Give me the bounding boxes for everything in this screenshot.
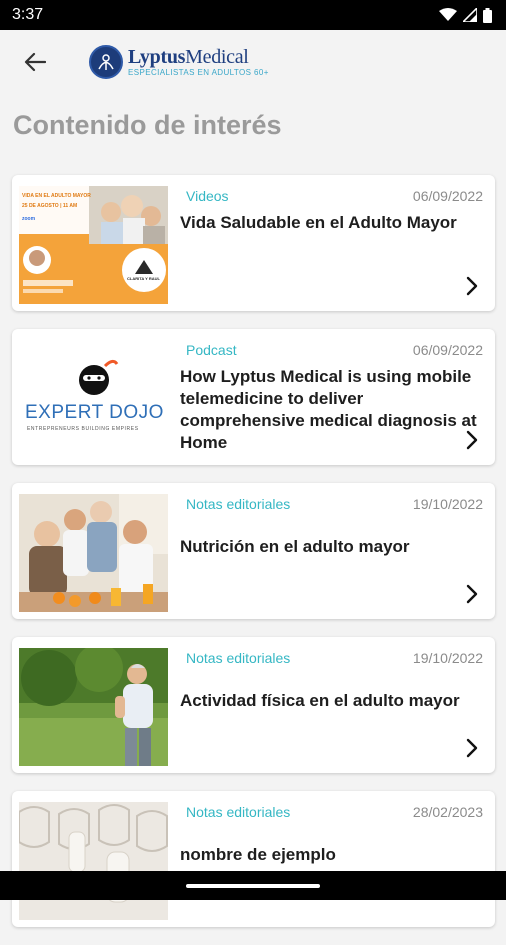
status-bar: 3:37 [0,0,506,30]
app-logo: LyptusMedical ESPECIALISTAS EN ADULTOS 6… [89,45,269,79]
item-date: 28/02/2023 [412,804,483,820]
item-title: How Lyptus Medical is using mobile telem… [180,367,477,452]
thumbnail-family-breakfast [19,494,168,612]
item-category: Videos [186,188,229,204]
content-card[interactable]: VIDA EN EL ADULTO MAYOR 25 DE AGOSTO | 1… [12,175,495,311]
signal-icon [463,8,477,22]
thumbnail-lamps [19,802,168,920]
thumb-badge: zoom [22,216,36,222]
thumb-brand-sub: ENTREPRENEURS BUILDING EMPIRES [27,426,139,432]
item-date: 06/09/2022 [412,342,483,358]
content-card[interactable]: Notas editoriales 28/02/2023 nombre de e… [12,791,495,927]
status-time: 3:37 [12,6,44,23]
chevron-right-icon [466,584,478,604]
content-card[interactable]: EXPERT DOJO ENTREPRENEURS BUILDING EMPIR… [12,329,495,465]
system-nav-bar [0,871,506,900]
logo-tagline: ESPECIALISTAS EN ADULTOS 60+ [128,68,269,77]
content-card[interactable]: Notas editoriales 19/10/2022 Nutrición e… [12,483,495,619]
item-category: Podcast [186,342,237,358]
thumbnail-webinar: VIDA EN EL ADULTO MAYOR 25 DE AGOSTO | 1… [19,186,168,304]
item-category: Notas editoriales [186,496,291,512]
logo-mark-icon [89,45,123,79]
item-date: 06/09/2022 [412,188,483,204]
content-card[interactable]: Notas editoriales 19/10/2022 Actividad f… [12,637,495,773]
chevron-right-icon [466,430,478,450]
thumbnail-expert-dojo: EXPERT DOJO ENTREPRENEURS BUILDING EMPIR… [19,340,168,458]
battery-icon [483,7,492,23]
chevron-right-icon [466,738,478,758]
back-button[interactable] [13,40,57,84]
thumbnail-walking-senior [19,648,168,766]
item-date: 19/10/2022 [412,650,483,666]
item-title: nombre de ejemplo [180,845,336,864]
chevron-right-icon [466,276,478,296]
thumb-line2: 25 DE AGOSTO | 11 AM [22,203,78,209]
thumb-line1: VIDA EN EL ADULTO MAYOR [22,193,91,199]
status-icons [439,7,492,23]
app-bar: LyptusMedical ESPECIALISTAS EN ADULTOS 6… [0,30,506,94]
content-list: VIDA EN EL ADULTO MAYOR 25 DE AGOSTO | 1… [12,175,495,945]
item-title: Actividad física en el adulto mayor [180,691,460,710]
logo-name: LyptusMedical [128,46,249,68]
item-category: Notas editoriales [186,804,291,820]
item-title: Nutrición en el adulto mayor [180,537,410,556]
wifi-icon [439,8,457,21]
thumb-seal: CLARITA Y RAUL [127,276,160,281]
page-title: Contenido de interés [13,110,282,140]
item-title: Vida Saludable en el Adulto Mayor [180,213,457,232]
thumb-brand: EXPERT DOJO [25,402,164,423]
arrow-left-icon [24,52,46,72]
item-category: Notas editoriales [186,650,291,666]
home-gesture-handle[interactable] [186,883,320,888]
item-date: 19/10/2022 [412,496,483,512]
